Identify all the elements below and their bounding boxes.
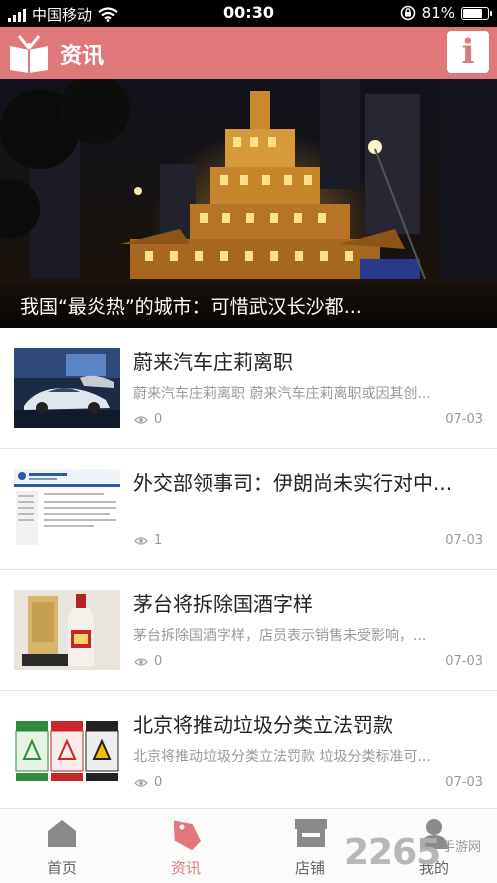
news-title: 蔚来汽车庄莉离职: [133, 350, 293, 374]
watermark-text: 手游网: [442, 840, 482, 855]
news-date: 07-03: [445, 412, 483, 427]
watermark-number: 2265: [344, 832, 441, 873]
banner-caption: 我国“最炎热”的城市：可惜武汉长沙都...: [0, 282, 497, 328]
news-summary: 蔚来汽车庄莉离职 蔚来汽车庄莉离职或因其创...: [133, 386, 431, 402]
tag-icon: [173, 820, 201, 851]
hero-banner[interactable]: 我国“最炎热”的城市：可惜武汉长沙都...: [0, 79, 497, 328]
news-thumbnail: [14, 348, 120, 428]
view-count-value: 0: [154, 775, 163, 790]
site-watermark: 2265 手游网: [344, 832, 494, 878]
news-title: 茅台将拆除国酒字样: [133, 592, 313, 616]
news-date: 07-03: [445, 654, 483, 669]
info-button[interactable]: i: [447, 31, 489, 73]
news-summary: 北京将推动垃圾分类立法罚款 垃圾分类标准可...: [133, 749, 431, 765]
moutai-bottle-photo-icon: [14, 590, 120, 670]
view-count: 0: [134, 775, 162, 790]
news-date: 07-03: [445, 533, 483, 548]
eye-icon: [134, 778, 148, 787]
view-count: 0: [134, 412, 162, 427]
news-thumbnail: [14, 590, 120, 670]
battery-percent: 81%: [421, 4, 455, 22]
car-photo-icon: [14, 348, 120, 428]
recycle-bins-photo-icon: [14, 711, 120, 791]
news-date: 07-03: [445, 775, 483, 790]
tab-news[interactable]: 资讯: [124, 809, 248, 883]
view-count-value: 0: [154, 654, 163, 669]
news-item[interactable]: 北京将推动垃圾分类立法罚款 北京将推动垃圾分类立法罚款 垃圾分类标准可... 0…: [0, 691, 497, 812]
view-count: 1: [134, 533, 162, 548]
app-logo-icon: [10, 35, 48, 73]
eye-icon: [134, 657, 148, 666]
webpage-screenshot-icon: [14, 469, 120, 549]
tab-label: 资讯: [170, 859, 201, 877]
news-summary: 茅台拆除国酒字样，店员表示销售未受影响，...: [133, 628, 427, 644]
news-title: 外交部领事司：伊朗尚未实行对中...: [133, 471, 453, 495]
tab-label: 首页: [46, 859, 77, 877]
store-icon: [295, 819, 327, 847]
news-title: 北京将推动垃圾分类立法罚款: [133, 713, 393, 737]
battery-icon: [461, 6, 492, 20]
status-right: 81%: [400, 4, 492, 22]
rotation-lock-icon: [400, 5, 415, 21]
status-bar: 中国移动 00:30 81%: [0, 0, 497, 27]
news-thumbnail: [14, 711, 120, 791]
home-icon: [48, 820, 76, 847]
page-title: 资讯: [60, 44, 105, 69]
header-bar: 资讯 i: [0, 27, 497, 79]
view-count: 0: [134, 654, 162, 669]
news-item[interactable]: 茅台将拆除国酒字样 茅台拆除国酒字样，店员表示销售未受影响，... 0 07-0…: [0, 570, 497, 691]
tab-home[interactable]: 首页: [0, 809, 124, 883]
news-item[interactable]: 外交部领事司：伊朗尚未实行对中... 1 07-03: [0, 449, 497, 570]
view-count-value: 0: [154, 412, 163, 427]
eye-icon: [134, 415, 148, 424]
view-count-value: 1: [154, 533, 163, 548]
news-item[interactable]: 蔚来汽车庄莉离职 蔚来汽车庄莉离职 蔚来汽车庄莉离职或因其创... 0 07-0…: [0, 328, 497, 449]
news-thumbnail: [14, 469, 120, 549]
eye-icon: [134, 536, 148, 545]
news-list: 蔚来汽车庄莉离职 蔚来汽车庄莉离职 蔚来汽车庄莉离职或因其创... 0 07-0…: [0, 328, 497, 812]
